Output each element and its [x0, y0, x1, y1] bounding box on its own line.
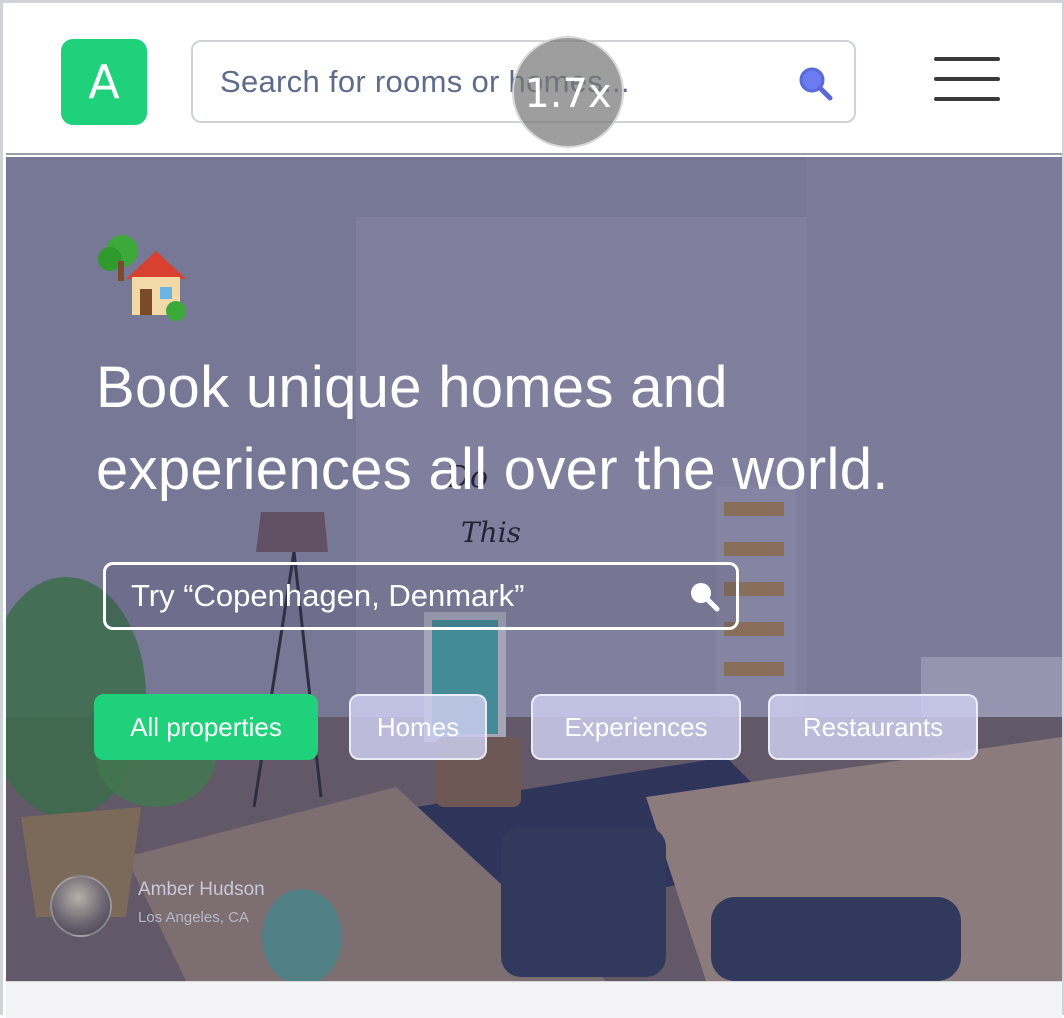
destination-search-input[interactable]: Try “Copenhagen, Denmark” [103, 562, 739, 630]
chip-all-properties[interactable]: All properties [94, 694, 318, 760]
app-logo[interactable]: A [61, 39, 147, 125]
zoom-level-indicator: 1.7x [512, 36, 624, 148]
chip-experiences[interactable]: Experiences [531, 694, 741, 760]
chip-homes[interactable]: Homes [349, 694, 487, 760]
hero-title: Book unique homes and experiences all ov… [96, 347, 996, 511]
house-with-garden-icon [98, 235, 186, 321]
hero-title-line-1: Book unique homes and [96, 355, 728, 420]
destination-search-placeholder: Try “Copenhagen, Denmark” [131, 578, 525, 613]
search-icon[interactable] [688, 580, 720, 612]
avatar [50, 875, 112, 937]
content-section-edge [6, 981, 1062, 1018]
menu-icon[interactable] [934, 57, 1000, 105]
search-icon[interactable] [796, 64, 834, 102]
hero-title-line-2: experiences all over the world. [96, 437, 889, 502]
photo-credit: Amber Hudson Los Angeles, CA [50, 875, 350, 939]
category-filter-chips: All properties Homes Experiences Restaur… [94, 694, 994, 760]
app-frame: A Search for rooms or homes... Do This B… [0, 0, 1064, 1018]
chip-restaurants[interactable]: Restaurants [768, 694, 978, 760]
photo-credit-name: Amber Hudson [138, 879, 265, 900]
photo-credit-location: Los Angeles, CA [138, 909, 249, 926]
hero-banner: Do This Book unique homes and experience… [6, 157, 1062, 981]
